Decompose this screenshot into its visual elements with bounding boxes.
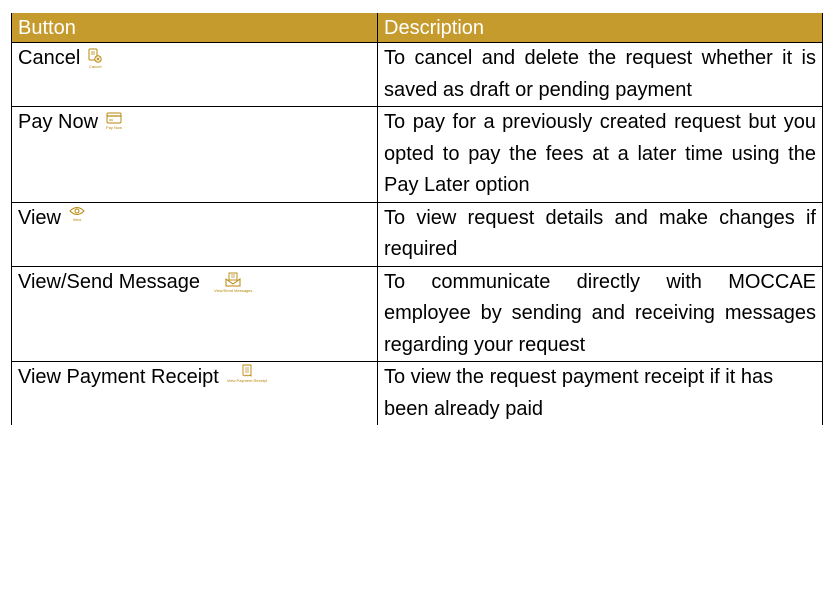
eye-icon: View	[69, 206, 85, 222]
table-row: View Payment Receipt View Payment Receip…	[11, 361, 823, 425]
table-row: View View To view request details and ma…	[11, 202, 823, 267]
credit-card-icon: Pay Now	[106, 112, 122, 130]
button-name: View/Send Message	[18, 270, 200, 293]
description-cell: To pay for a previously created request …	[377, 106, 823, 203]
button-cell: View Payment Receipt View Payment Receip…	[11, 361, 378, 425]
description-cell: To communicate directly with MOCCAE empl…	[377, 266, 823, 362]
button-cell: Pay Now Pay Now	[11, 106, 378, 203]
table-row: Cancel Cancel To cancel and delete the r…	[11, 42, 823, 107]
icon-caption: View	[72, 216, 82, 222]
receipt-icon: View Payment Receipt	[227, 364, 267, 383]
button-cell: View/Send Message View/Send Messages	[11, 266, 378, 362]
description-cell: To view request details and make changes…	[377, 202, 823, 267]
icon-caption: Cancel	[89, 64, 102, 69]
button-cell: View View	[11, 202, 378, 267]
header-button: Button	[11, 13, 378, 43]
table-header-row: Button Description	[11, 13, 823, 43]
icon-caption: View Payment Receipt	[226, 378, 268, 383]
description-cell: To cancel and delete the request whether…	[377, 42, 823, 107]
button-name: Pay Now	[18, 111, 99, 133]
button-cell: Cancel Cancel	[11, 42, 378, 107]
message-envelope-icon: View/Send Messages	[214, 272, 252, 293]
button-name: Cancel	[18, 47, 81, 69]
button-name: View	[18, 206, 61, 229]
cancel-document-icon: Cancel	[88, 48, 102, 69]
table-row: View/Send Message View/Send Messages To …	[11, 266, 823, 362]
icon-caption: Pay Now	[106, 125, 123, 130]
buttons-table: Button Description Cancel Cancel To canc…	[11, 13, 823, 425]
header-description: Description	[377, 13, 823, 43]
table-row: Pay Now Pay Now To pay for a previously …	[11, 106, 823, 203]
icon-caption: View/Send Messages	[213, 287, 253, 293]
description-cell: To view the request payment receipt if i…	[377, 361, 823, 425]
button-name: View Payment Receipt	[18, 366, 219, 388]
